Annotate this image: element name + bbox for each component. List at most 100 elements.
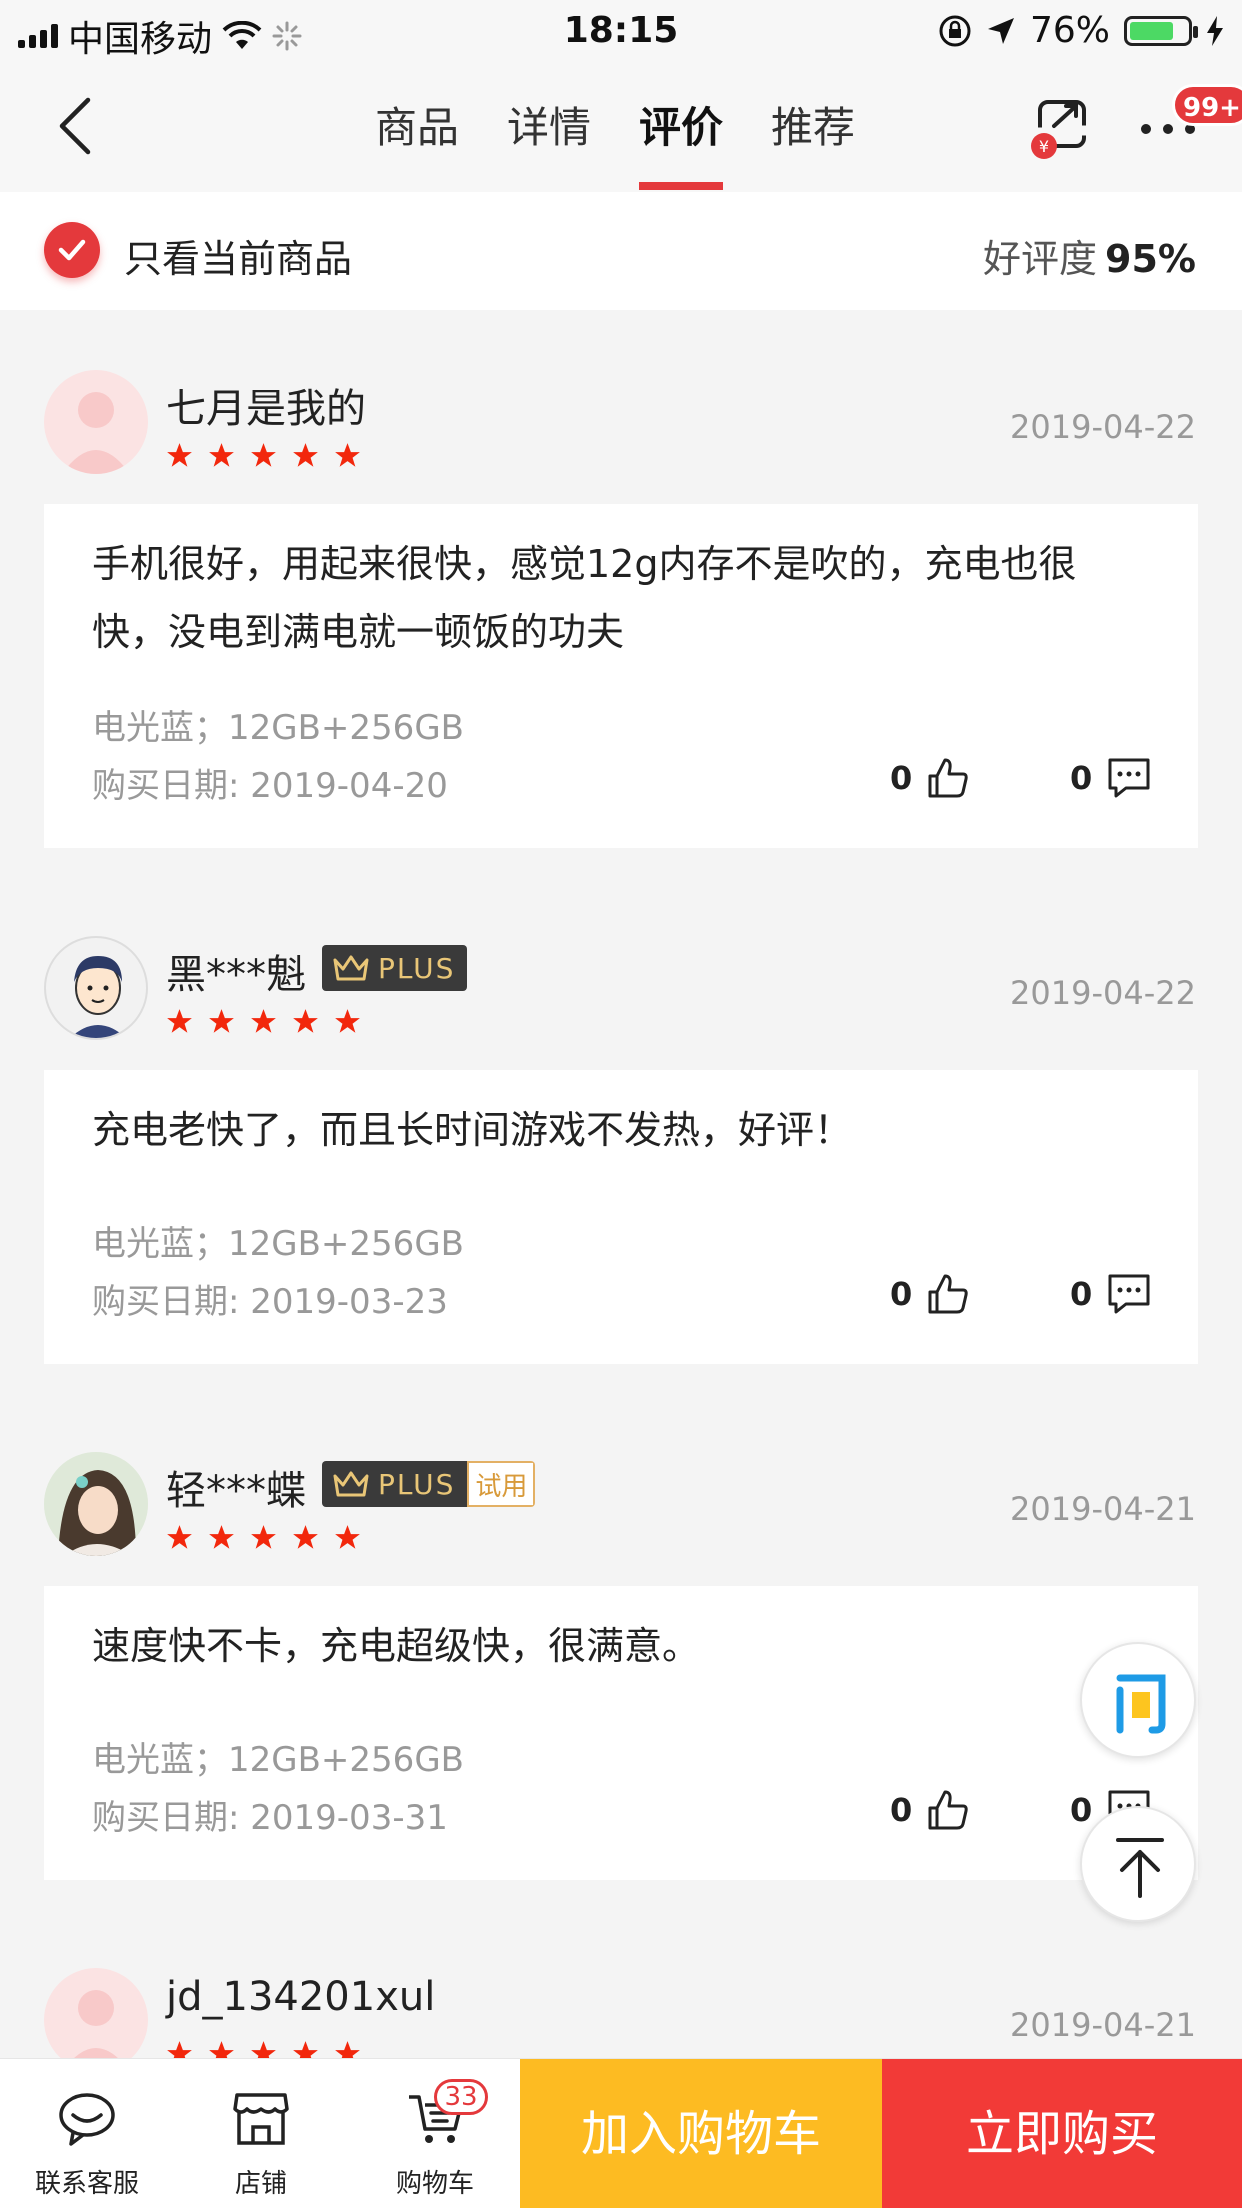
comment-button[interactable]: 0 [1070, 1272, 1152, 1316]
like-button[interactable]: 0 [890, 756, 970, 800]
ask-button[interactable] [1080, 1642, 1196, 1758]
reviewer-name[interactable]: 黑***魁 [166, 942, 306, 1000]
current-product-checkbox[interactable] [44, 222, 100, 278]
svg-text:¥: ¥ [1039, 137, 1049, 156]
purchase-date: 购买日期: 2019-03-31 [92, 1798, 448, 1838]
star-icon [209, 443, 234, 467]
thumbs-up-icon [928, 1790, 968, 1830]
comment-count: 0 [1070, 1275, 1093, 1313]
back-to-top-button[interactable] [1080, 1806, 1196, 1922]
share-earn-icon[interactable]: ¥ [1028, 96, 1092, 160]
reviewer-name[interactable]: jd_134201xul [166, 1974, 435, 2020]
positive-rate: 好评度 95% [983, 228, 1196, 283]
like-button[interactable]: 0 [890, 1788, 970, 1832]
review-date: 2019-04-21 [1010, 1490, 1196, 1528]
star-icon [293, 443, 318, 467]
star-icon [251, 1525, 276, 1549]
product-spec: 电光蓝；12GB+256GB [92, 1224, 464, 1264]
like-count: 0 [890, 759, 913, 797]
shop-label: 店铺 [234, 2169, 287, 2199]
star-icon [293, 1525, 318, 1549]
review-card[interactable]: 手机很好，用起来很快，感觉12g内存不是吹的，充电也很快，没电到满电就一顿饭的功… [44, 504, 1198, 848]
star-icon [167, 443, 192, 467]
star-icon [209, 1009, 234, 1033]
charging-icon [1207, 15, 1223, 46]
product-spec: 电光蓝；12GB+256GB [92, 1740, 464, 1780]
star-icon [335, 1525, 360, 1549]
nav-bar: 商品 详情 评价 推荐 ¥ 99+ [0, 64, 1242, 192]
review-date: 2019-04-22 [1010, 408, 1196, 446]
star-icon [293, 1009, 318, 1033]
star-icon [335, 443, 360, 467]
plus-label: PLUS [378, 951, 456, 985]
message-badge: 99+ [1172, 84, 1242, 126]
shop-button[interactable]: 店铺 [174, 2059, 348, 2208]
trial-label: 试用 [467, 1461, 536, 1507]
crown-icon [333, 955, 369, 981]
cart-button[interactable]: 购物车 [348, 2059, 522, 2208]
review-date: 2019-04-22 [1010, 974, 1196, 1012]
tab-product[interactable]: 商品 [375, 94, 459, 190]
plus-label: PLUS [378, 1467, 456, 1501]
comment-icon [1108, 758, 1150, 798]
filter-label[interactable]: 只看当前商品 [124, 228, 352, 283]
shop-icon [233, 2093, 289, 2145]
avatar[interactable] [44, 1452, 148, 1556]
reviewer-name[interactable]: 轻***蝶 [166, 1458, 306, 1516]
purchase-date: 购买日期: 2019-03-23 [92, 1282, 448, 1322]
reviewer-name[interactable]: 七月是我的 [166, 376, 366, 434]
star-icon [335, 1009, 360, 1033]
star-icon [251, 1009, 276, 1033]
review-content: 速度快不卡，充电超级快，很满意。 [92, 1624, 701, 1668]
chat-bubble-icon [59, 2093, 115, 2146]
comment-icon [1108, 1274, 1150, 1314]
cart-label: 购物车 [395, 2169, 474, 2199]
positive-rate-value: 95% [1105, 237, 1196, 281]
check-icon [58, 239, 86, 261]
star-icon [167, 1525, 192, 1549]
crown-icon [333, 1471, 369, 1497]
battery-percent: 76% [1029, 10, 1110, 51]
review-card[interactable]: 速度快不卡，充电超级快，很满意。 电光蓝；12GB+256GB 购买日期: 20… [44, 1586, 1198, 1880]
star-icon [209, 1525, 234, 1549]
battery-icon [1124, 15, 1198, 46]
review-card[interactable]: 充电老快了，而且长时间游戏不发热，好评！ 电光蓝；12GB+256GB 购买日期… [44, 1070, 1198, 1364]
review-content: 充电老快了，而且长时间游戏不发热，好评！ [92, 1108, 853, 1152]
cart-count-badge: 33 [434, 2079, 488, 2115]
comment-button[interactable]: 0 [1070, 756, 1152, 800]
status-bar: 中国移动 18:15 76% [0, 0, 1242, 64]
like-count: 0 [890, 1791, 913, 1829]
tab-bar: 商品 详情 评价 推荐 [375, 94, 855, 190]
star-icon [167, 1009, 192, 1033]
back-icon[interactable] [50, 96, 110, 156]
buy-now-button[interactable]: 立即购买 [882, 2059, 1242, 2208]
bottom-action-bar: 联系客服 店铺 购物车 33 加入购物车 立即购买 [0, 2058, 1242, 2208]
thumbs-up-icon [928, 1274, 968, 1314]
comment-count: 0 [1070, 759, 1093, 797]
rotation-lock-icon [939, 15, 971, 46]
filter-bar: 只看当前商品 好评度 95% [0, 192, 1242, 310]
review-date: 2019-04-21 [1010, 2006, 1196, 2044]
positive-rate-label: 好评度 [983, 237, 1098, 281]
product-spec: 电光蓝；12GB+256GB [92, 708, 464, 748]
review-content: 手机很好，用起来很快，感觉12g内存不是吹的，充电也很快，没电到满电就一顿饭的功… [92, 542, 1077, 654]
ask-icon [1116, 1674, 1166, 1734]
arrow-up-icon [1116, 1838, 1164, 1898]
avatar-default[interactable] [44, 1968, 148, 2072]
location-icon [987, 17, 1014, 44]
tab-details[interactable]: 详情 [507, 94, 591, 190]
customer-service-button[interactable]: 联系客服 [0, 2059, 174, 2208]
customer-service-label: 联系客服 [34, 2169, 139, 2199]
thumbs-up-icon [928, 758, 968, 798]
star-icon [251, 443, 276, 467]
purchase-date: 购买日期: 2019-04-20 [92, 766, 448, 806]
star-rating [166, 1524, 361, 1551]
star-rating [166, 442, 361, 469]
avatar-default[interactable] [44, 370, 148, 474]
tab-reviews[interactable]: 评价 [639, 94, 724, 190]
star-rating [166, 1008, 361, 1035]
add-to-cart-button[interactable]: 加入购物车 [520, 2059, 882, 2208]
avatar[interactable] [44, 936, 148, 1040]
like-button[interactable]: 0 [890, 1272, 970, 1316]
tab-recommend[interactable]: 推荐 [771, 94, 855, 190]
